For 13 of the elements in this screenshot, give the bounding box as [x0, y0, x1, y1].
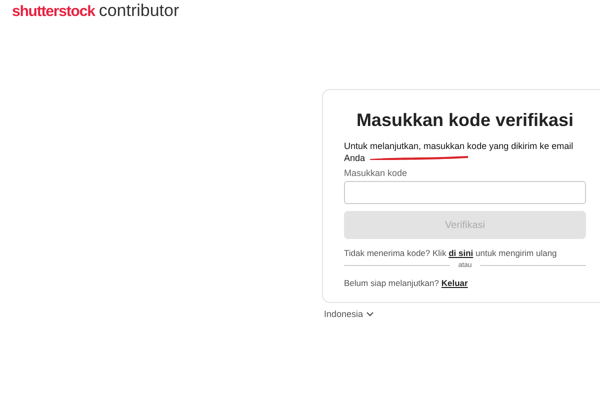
code-input-field[interactable] — [344, 181, 586, 204]
brand-logo: shutterstock — [12, 3, 95, 20]
language-selector[interactable]: Indonesia — [324, 309, 374, 319]
chevron-down-icon — [366, 311, 374, 317]
resend-link[interactable]: di sini — [448, 248, 474, 258]
instruction-text: Untuk melanjutkan, masukkan kode yang dikirim ke email Anda — [344, 140, 574, 164]
exit-link[interactable]: Keluar — [441, 278, 468, 288]
product-name: contributor — [98, 1, 180, 21]
exit-text: Belum siap melanjutkan? — [344, 278, 439, 288]
card-title: Masukkan kode verifikasi — [355, 109, 575, 132]
field-label: Masukkan kode — [344, 168, 408, 178]
resend-text: untuk mengirim ulang — [476, 248, 557, 258]
resend-text: Tidak menerima kode? Klik — [344, 248, 446, 258]
